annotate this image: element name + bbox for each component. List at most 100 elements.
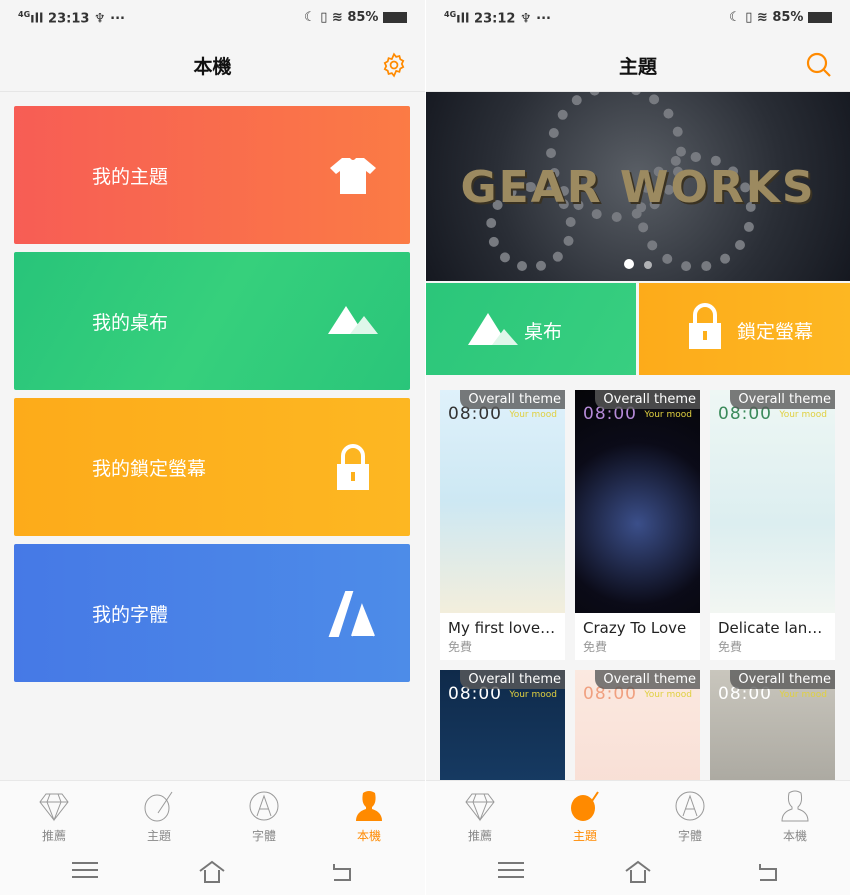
app-header: 本機 — [0, 40, 425, 92]
theme-preview: 08:00 Your mood Overall theme — [575, 390, 700, 613]
nav-label: 本機 — [356, 829, 381, 843]
theme-card[interactable]: 08:00 Your mood Overall theme My first lov… — [440, 390, 565, 660]
clock: 23:12 — [474, 11, 516, 27]
themes-screen: 4Gıll 23:12 ♆ ··· ☾ ▯ ≋ 85% 主題 GEAR WORK… — [426, 0, 850, 895]
gear-icon[interactable] — [381, 52, 407, 78]
nav-label: 本機 — [782, 829, 807, 843]
nav-my-device[interactable]: 本機 — [339, 789, 399, 844]
card-label: 我的字體 — [92, 604, 169, 626]
theme-preview: 08:00 Your mood Overall theme — [440, 390, 565, 613]
usb-icon: ♆ ··· — [519, 11, 551, 27]
nav-label: 字體 — [677, 829, 702, 843]
preview-mood: Your mood — [779, 410, 827, 420]
palette-icon — [571, 791, 599, 821]
theme-price: 免費 — [718, 640, 743, 654]
theme-badge: Overall theme — [460, 390, 565, 409]
signal-icon: ıll — [30, 11, 49, 27]
theme-card[interactable]: 08:00 Your mood Overall theme Crazy To Lov… — [575, 390, 700, 660]
font-icon — [328, 591, 375, 637]
menu-icon[interactable] — [72, 862, 98, 878]
clock: 23:13 — [48, 11, 90, 27]
lock-icon — [337, 444, 369, 490]
theme-name: Crazy To Love — [583, 619, 687, 637]
theme-badge: Overall theme — [595, 390, 700, 409]
wifi-icon: ≋ — [756, 10, 773, 25]
battery-icon — [808, 12, 832, 23]
my-fonts-card[interactable]: 我的字體 — [14, 544, 410, 682]
preview-mood: Your mood — [644, 690, 692, 700]
pager-dot[interactable] — [644, 261, 652, 269]
font-circle-icon — [675, 791, 705, 821]
tshirt-icon — [330, 158, 376, 194]
status-bar: 4Gıll 23:13 ♆ ··· ☾ ▯ ≋ 85% — [0, 0, 425, 40]
tile-label: 鎖定螢幕 — [737, 321, 814, 343]
font-circle-icon — [249, 791, 279, 821]
nav-label: 字體 — [251, 829, 276, 843]
nav-label: 推薦 — [41, 829, 66, 843]
usb-icon: ♆ ··· — [93, 11, 125, 27]
my-device-screen: 4Gıll 23:13 ♆ ··· ☾ ▯ ≋ 85% 本機 我的主題 我的桌布… — [0, 0, 425, 895]
moon-icon: ☾ ▯ — [304, 10, 332, 25]
page-title: 主題 — [618, 56, 657, 78]
theme-preview: 08:00 Your mood Overall theme — [710, 390, 835, 613]
pager-dot[interactable] — [624, 259, 634, 269]
preview-mood: Your mood — [509, 410, 557, 420]
preview-mood: Your mood — [644, 410, 692, 420]
battery-percent: 85% — [772, 10, 804, 25]
nav-label: 主題 — [146, 829, 171, 843]
nav-label: 主題 — [572, 829, 597, 843]
nav-my-device[interactable]: 本機 — [765, 789, 825, 844]
nav-label: 推薦 — [467, 829, 492, 843]
battery-icon — [383, 12, 407, 23]
preview-mood: Your mood — [779, 690, 827, 700]
promo-banner[interactable]: GEAR WORKS — [426, 92, 850, 281]
bottom-nav: 推薦 主題 字體 本機 — [0, 780, 425, 850]
theme-price: 免費 — [448, 640, 473, 654]
moon-icon: ☾ ▯ — [729, 10, 757, 25]
my-wallpapers-card[interactable]: 我的桌布 — [14, 252, 410, 390]
diamond-icon — [39, 793, 69, 822]
lockscreen-tile[interactable]: 鎖定螢幕 — [639, 283, 850, 375]
mountain-icon — [468, 313, 518, 345]
card-label: 我的鎖定螢幕 — [92, 458, 207, 480]
person-icon — [781, 790, 809, 822]
my-themes-card[interactable]: 我的主題 — [14, 106, 410, 244]
network-type: 4G — [444, 10, 457, 19]
nav-themes[interactable]: 主題 — [555, 789, 615, 844]
nav-recommend[interactable]: 推薦 — [24, 789, 84, 844]
page-title: 本機 — [193, 56, 232, 78]
wifi-icon: ≋ — [331, 10, 348, 25]
menu-icon[interactable] — [498, 862, 524, 878]
home-icon[interactable] — [624, 860, 652, 884]
theme-badge: Overall theme — [730, 670, 835, 689]
palette-icon — [144, 791, 173, 822]
theme-name: My first love f... — [448, 619, 564, 637]
nav-themes[interactable]: 主題 — [129, 789, 189, 844]
status-bar: 4Gıll 23:12 ♆ ··· ☾ ▯ ≋ 85% — [426, 0, 850, 40]
back-icon[interactable] — [756, 862, 778, 882]
back-icon[interactable] — [330, 862, 352, 882]
banner-pager — [426, 254, 850, 273]
nav-fonts[interactable]: 字體 — [234, 789, 294, 844]
theme-name: Delicate lang... — [718, 619, 832, 637]
my-lockscreen-card[interactable]: 我的鎖定螢幕 — [14, 398, 410, 536]
search-icon[interactable] — [806, 52, 832, 78]
theme-card[interactable]: 08:00 Your mood Overall theme Delicate lan… — [710, 390, 835, 660]
battery-percent: 85% — [347, 10, 379, 25]
card-label: 我的桌布 — [92, 312, 169, 334]
network-type: 4G — [18, 10, 31, 19]
theme-badge: Overall theme — [595, 670, 700, 689]
nav-recommend[interactable]: 推薦 — [450, 789, 510, 844]
bottom-nav: 推薦 主題 字體 本機 — [426, 780, 850, 850]
person-icon — [356, 791, 382, 821]
home-icon[interactable] — [198, 860, 226, 884]
mountain-icon — [328, 306, 378, 334]
system-nav-bar — [0, 850, 425, 895]
wallpaper-tile[interactable]: 桌布 — [426, 283, 636, 375]
signal-icon: ıll — [456, 11, 475, 27]
banner-logo: GEAR WORKS — [460, 162, 816, 213]
diamond-icon — [465, 793, 495, 822]
theme-badge: Overall theme — [730, 390, 835, 409]
nav-fonts[interactable]: 字體 — [660, 789, 720, 844]
theme-price: 免費 — [583, 640, 608, 654]
